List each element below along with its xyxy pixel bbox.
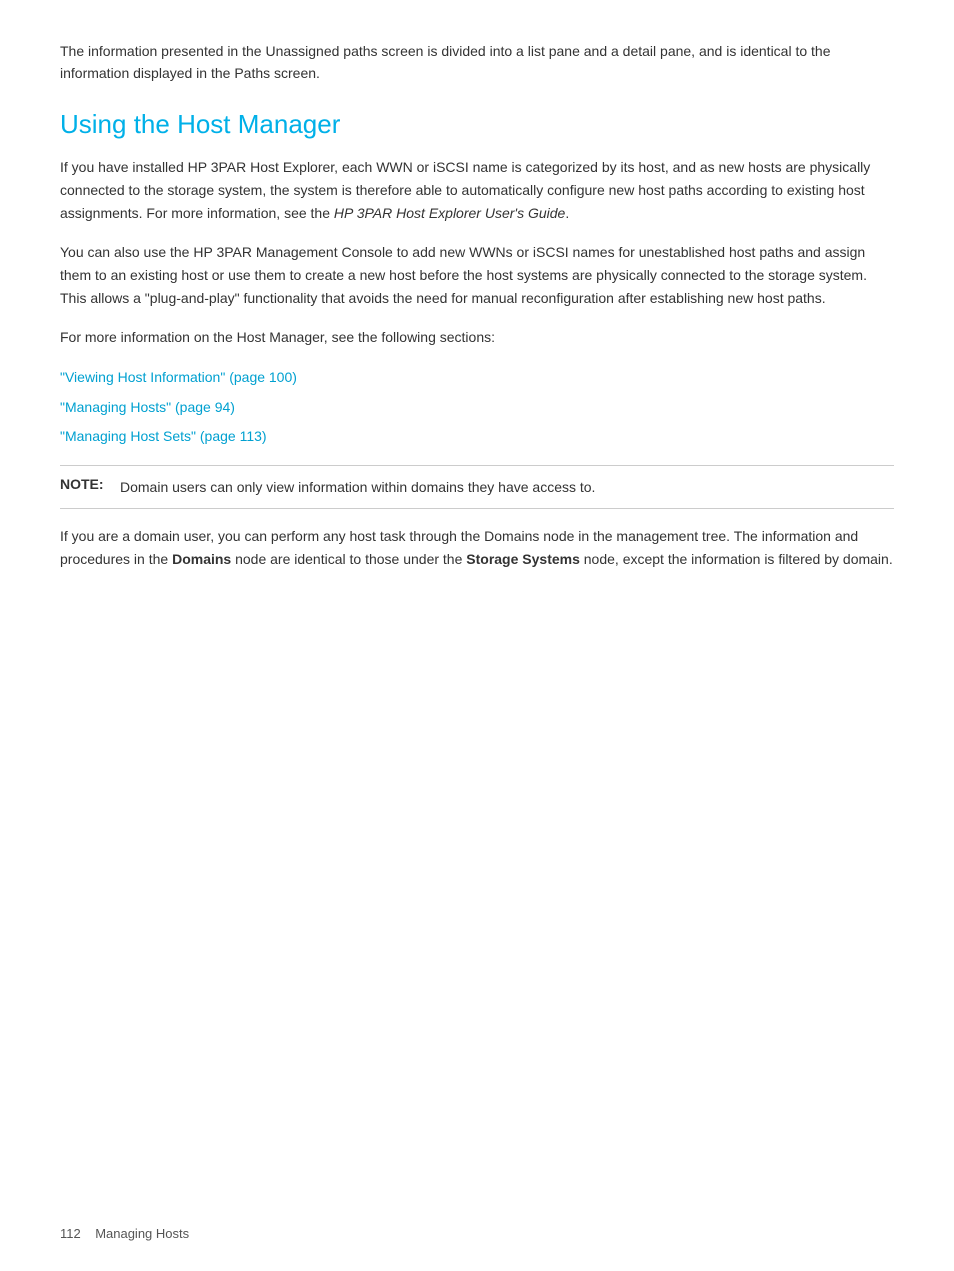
list-item: "Managing Hosts" (page 94) bbox=[60, 395, 894, 420]
paragraph4-bold2: Storage Systems bbox=[466, 551, 580, 567]
footer-page-number: 112 bbox=[60, 1226, 81, 1241]
link-viewing-host-info[interactable]: "Viewing Host Information" (page 100) bbox=[60, 369, 297, 385]
note-label: NOTE: bbox=[60, 476, 108, 492]
list-item: "Viewing Host Information" (page 100) bbox=[60, 365, 894, 390]
body-paragraph-4: If you are a domain user, you can perfor… bbox=[60, 525, 894, 571]
body-paragraph-1: If you have installed HP 3PAR Host Explo… bbox=[60, 156, 894, 225]
body-paragraph-3: For more information on the Host Manager… bbox=[60, 326, 894, 349]
paragraph1-italic: HP 3PAR Host Explorer User's Guide bbox=[334, 205, 565, 221]
link-managing-host-sets[interactable]: "Managing Host Sets" (page 113) bbox=[60, 428, 267, 444]
footer-section-label: Managing Hosts bbox=[95, 1226, 189, 1241]
paragraph4-bold1: Domains bbox=[172, 551, 231, 567]
paragraph4-part3: node, except the information is filtered… bbox=[580, 551, 893, 567]
intro-paragraph: The information presented in the Unassig… bbox=[60, 40, 894, 85]
body-paragraph-2: You can also use the HP 3PAR Management … bbox=[60, 241, 894, 310]
note-box: NOTE: Domain users can only view informa… bbox=[60, 465, 894, 509]
page-footer: 112 Managing Hosts bbox=[60, 1226, 189, 1241]
link-list: "Viewing Host Information" (page 100) "M… bbox=[60, 365, 894, 449]
paragraph4-part2: node are identical to those under the bbox=[231, 551, 466, 567]
list-item: "Managing Host Sets" (page 113) bbox=[60, 424, 894, 449]
note-text: Domain users can only view information w… bbox=[120, 476, 595, 498]
link-managing-hosts[interactable]: "Managing Hosts" (page 94) bbox=[60, 399, 235, 415]
paragraph1-end: . bbox=[565, 205, 569, 221]
section-heading: Using the Host Manager bbox=[60, 109, 894, 140]
